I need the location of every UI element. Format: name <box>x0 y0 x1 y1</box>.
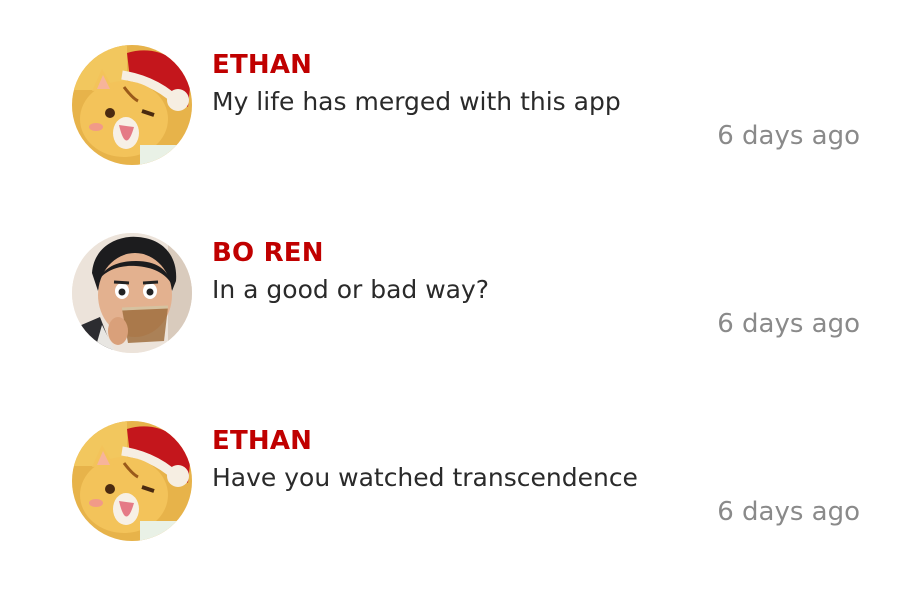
avatar[interactable] <box>72 421 192 541</box>
comment-item: BO REN In a good or bad way? 6 days ago <box>0 188 924 353</box>
comment-message: My life has merged with this app <box>212 87 621 116</box>
comment-author[interactable]: ETHAN <box>212 425 312 457</box>
comment-timestamp: 6 days ago <box>717 121 860 151</box>
cartoon-cat-santa-hat-icon <box>72 421 192 541</box>
comment-item: ETHAN My life has merged with this app 6… <box>0 0 924 165</box>
comment-message: Have you watched transcendence <box>212 463 638 492</box>
cartoon-cat-santa-hat-icon <box>72 45 192 165</box>
avatar[interactable] <box>72 45 192 165</box>
comment-timestamp: 6 days ago <box>717 497 860 527</box>
comment-author[interactable]: ETHAN <box>212 49 312 81</box>
comment-item: ETHAN Have you watched transcendence 6 d… <box>0 376 924 541</box>
comment-message: In a good or bad way? <box>212 275 490 304</box>
person-drinking-photo-icon <box>72 233 192 353</box>
comment-author[interactable]: BO REN <box>212 237 324 269</box>
comment-timestamp: 6 days ago <box>717 309 860 339</box>
avatar[interactable] <box>72 233 192 353</box>
